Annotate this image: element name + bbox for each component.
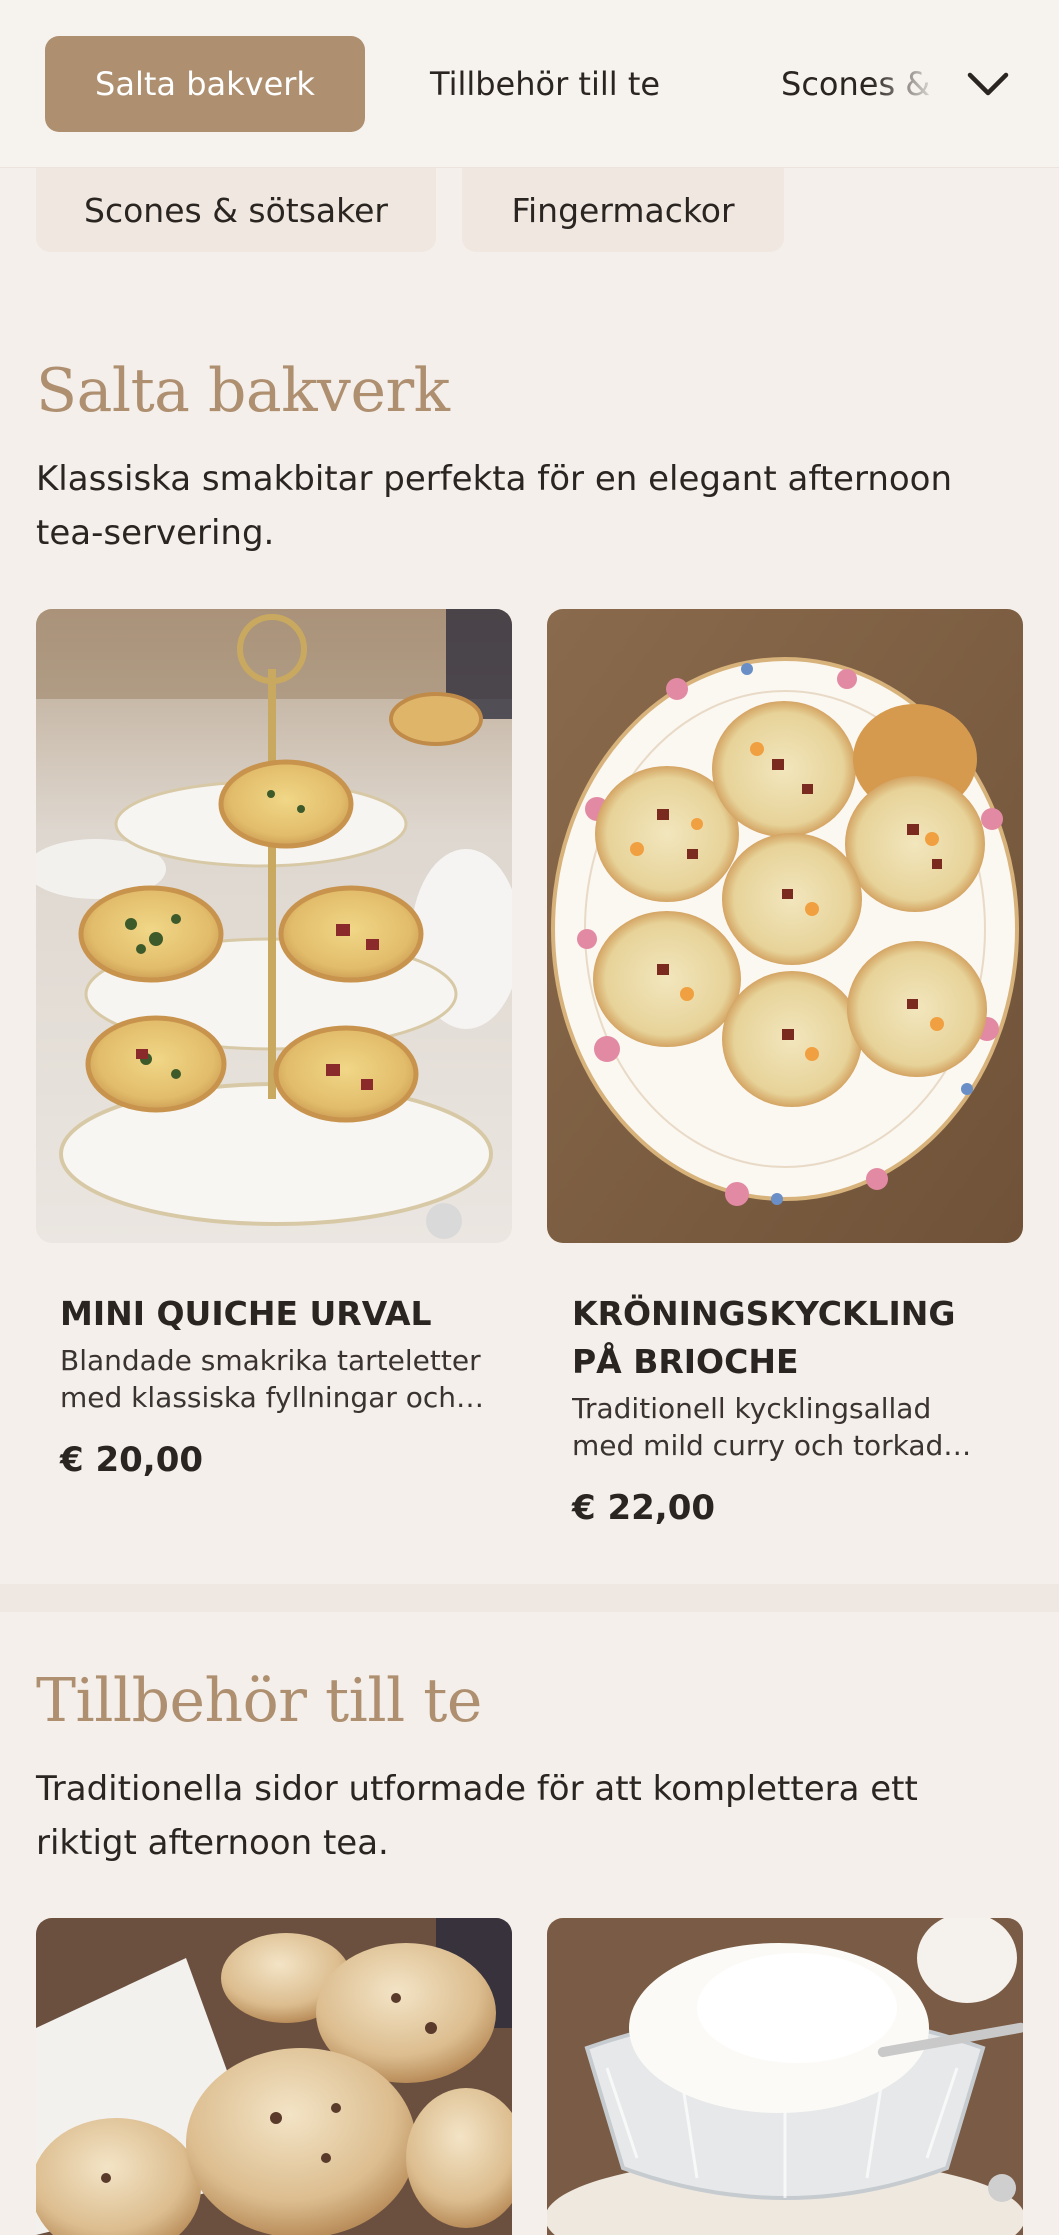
tab-salta-bakverk[interactable]: Salta bakverk [45, 36, 365, 132]
section-description: Traditionella sidor utformade för att ko… [36, 1769, 918, 1863]
product-description: Traditionell kycklingsallad med mild cur… [572, 1392, 944, 1462]
chip-fingermackor[interactable]: Fingermackor [462, 168, 784, 252]
section-title: Salta bakverk [36, 356, 450, 426]
product-image[interactable] [36, 609, 512, 1243]
product-image[interactable] [36, 1918, 512, 2235]
product-price: € 20,00 [60, 1440, 204, 1480]
tab-scones-sotsaker[interactable]: Scones & sötsaker [781, 36, 941, 132]
tab-tillbehor-till-te[interactable]: Tillbehör till te [430, 36, 660, 132]
chip-scones-sotsaker[interactable]: Scones & sötsaker [36, 168, 436, 252]
category-nav: Salta bakverk Tillbehör till te Scones &… [0, 0, 1059, 168]
section-description: Klassiska smakbitar perfekta för en eleg… [36, 459, 953, 553]
section-divider [0, 1584, 1059, 1612]
product-title[interactable]: Kröningskyckling på brioche [572, 1290, 992, 1386]
chevron-down-icon[interactable] [958, 54, 1018, 114]
product-image[interactable] [547, 1918, 1023, 2235]
product-title[interactable]: Mini quiche urval [60, 1290, 480, 1338]
section-title: Tillbehör till te [36, 1666, 482, 1736]
product-image[interactable] [547, 609, 1023, 1243]
product-description: Blandade smakrika tarteletter med klassi… [60, 1344, 481, 1414]
product-price: € 22,00 [572, 1488, 716, 1528]
